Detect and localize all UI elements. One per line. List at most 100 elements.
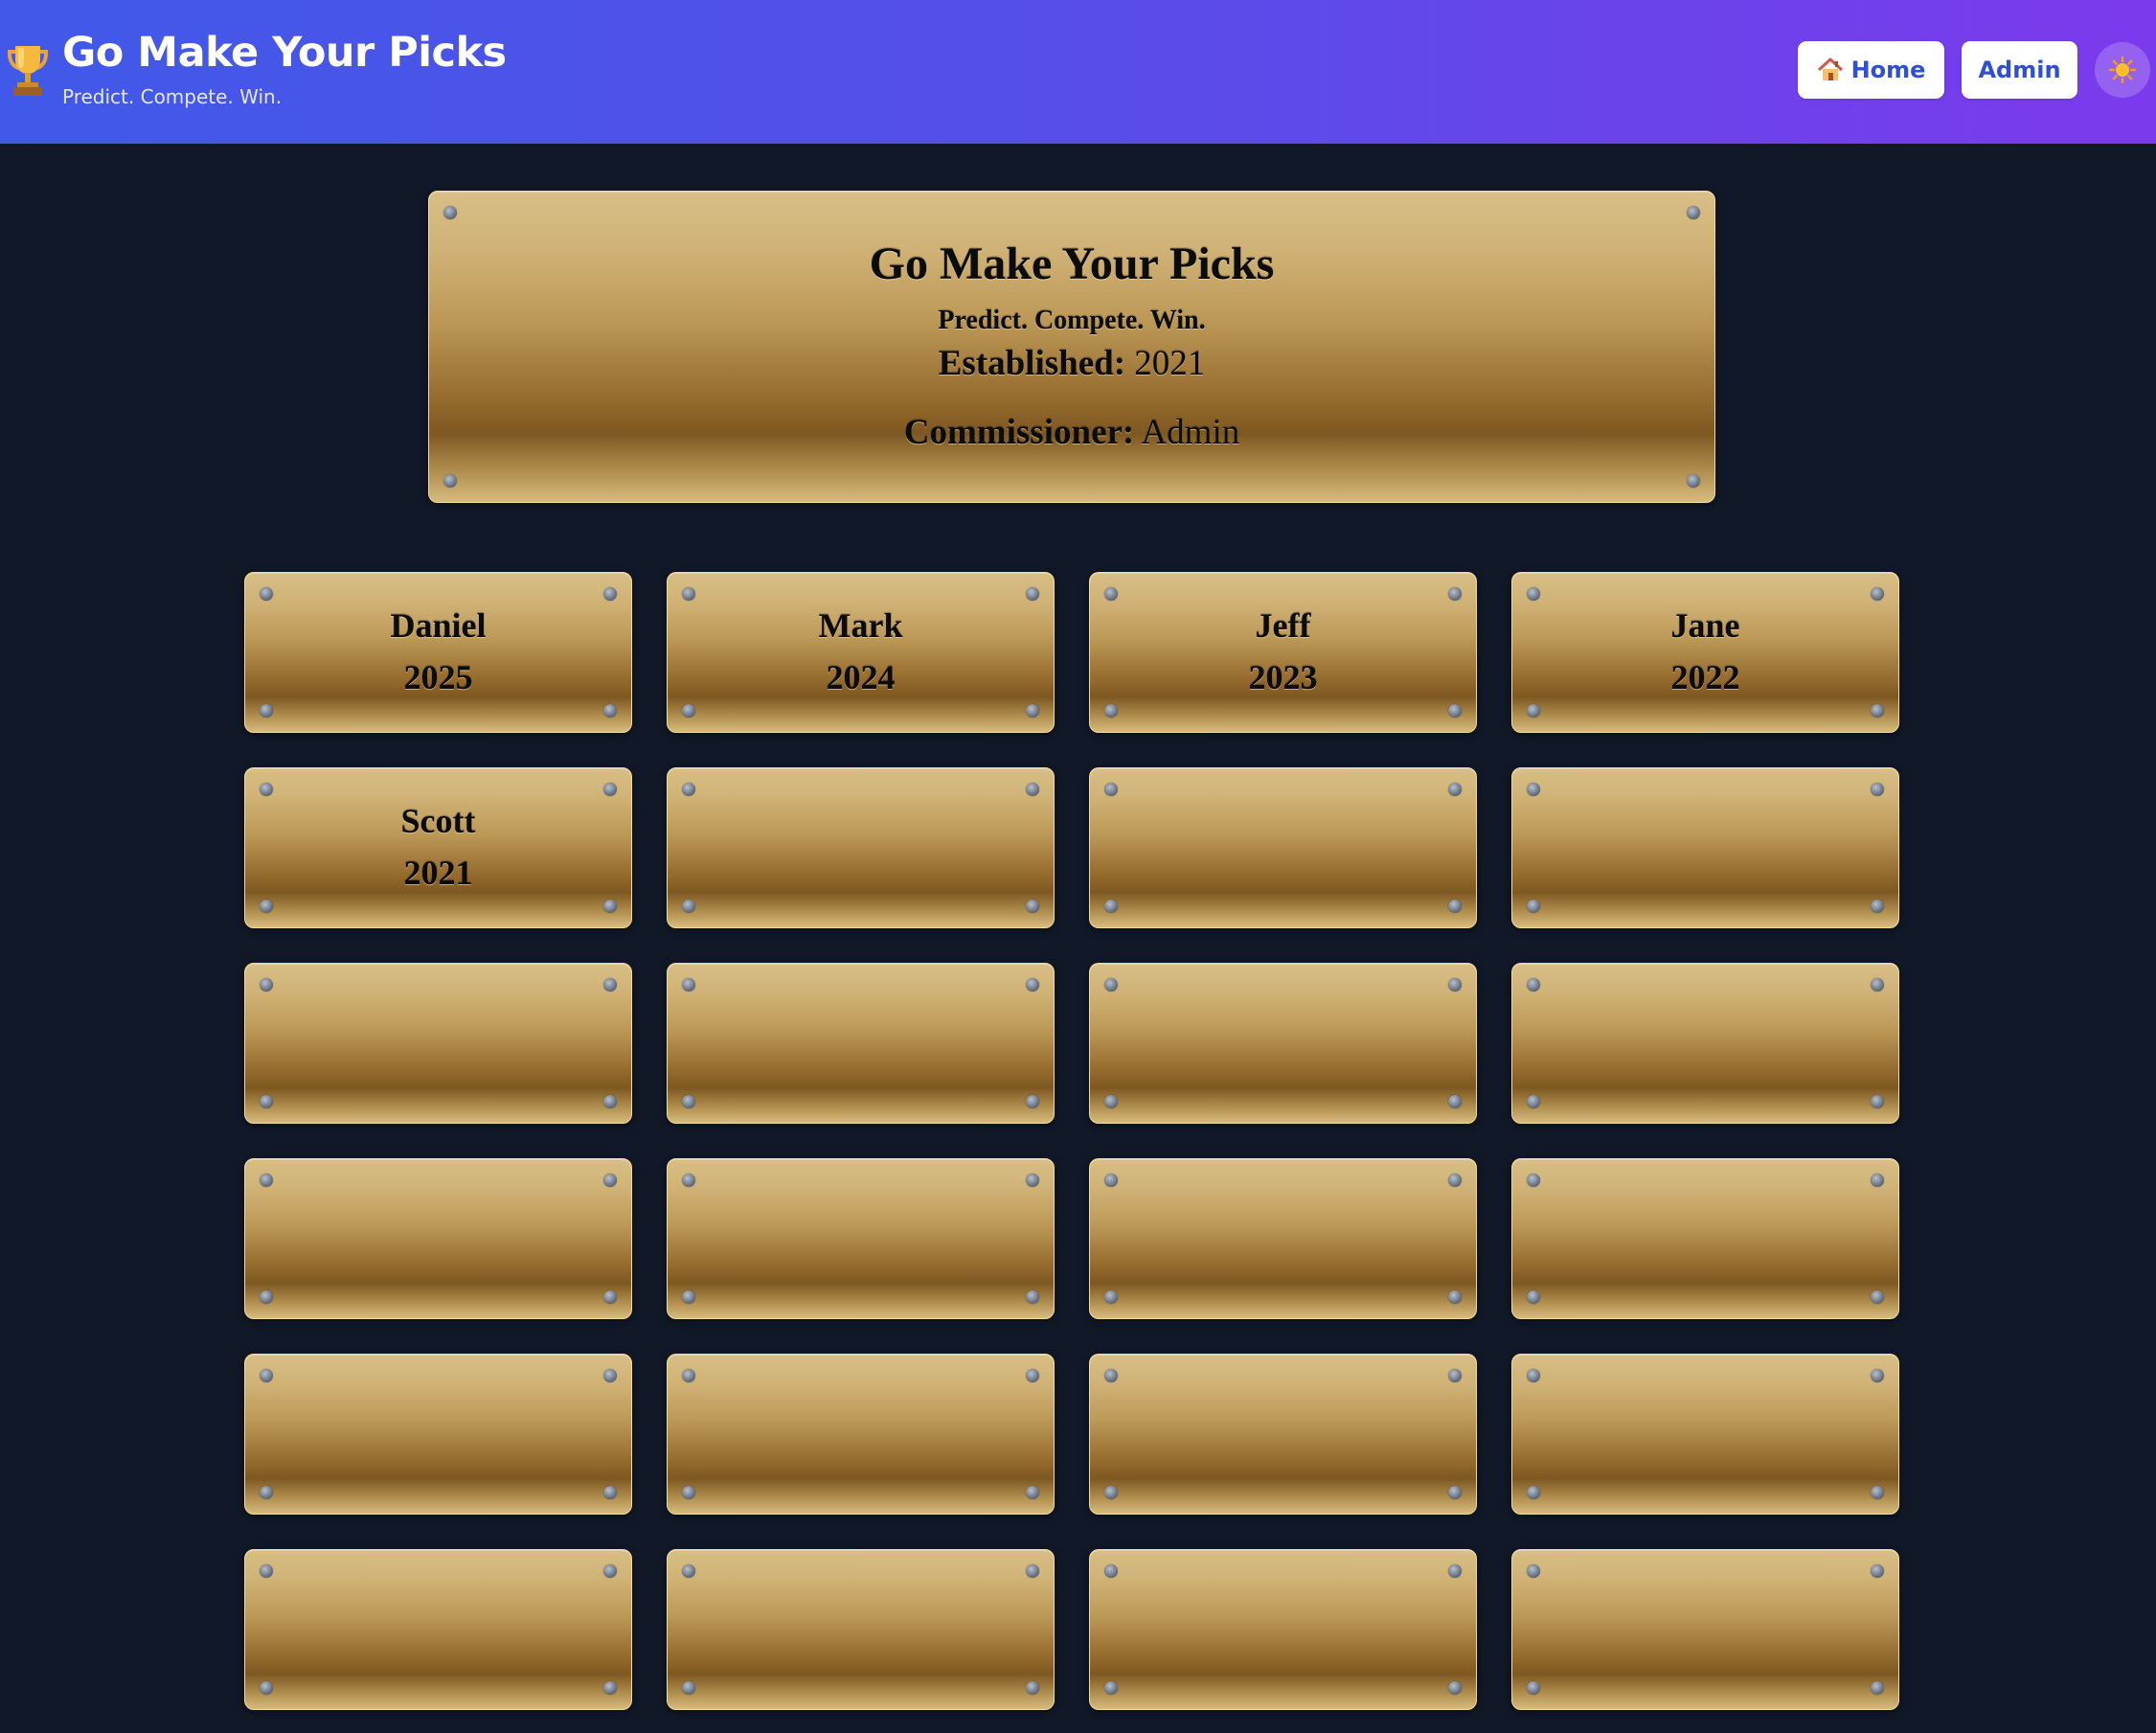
screw-icon bbox=[682, 1681, 695, 1695]
screw-icon bbox=[1448, 1564, 1462, 1578]
screw-icon bbox=[682, 1290, 695, 1304]
champion-name: Mark bbox=[818, 606, 903, 645]
screw-icon bbox=[1527, 783, 1540, 796]
screw-icon bbox=[1527, 1369, 1540, 1382]
champion-name: Jane bbox=[1670, 606, 1740, 645]
screw-icon bbox=[603, 1174, 617, 1187]
champion-plaque bbox=[244, 1354, 632, 1515]
screw-icon bbox=[1448, 783, 1462, 796]
screw-icon bbox=[260, 704, 273, 718]
screw-icon bbox=[682, 1095, 695, 1108]
screw-icon bbox=[682, 1369, 695, 1382]
champion-plaque bbox=[1511, 1549, 1899, 1710]
champion-plaque bbox=[667, 1354, 1055, 1515]
commissioner-value: Admin bbox=[1141, 413, 1240, 452]
screw-icon bbox=[1448, 978, 1462, 992]
champion-plaque bbox=[1089, 1354, 1477, 1515]
screw-icon bbox=[682, 978, 695, 992]
screw-icon bbox=[682, 1174, 695, 1187]
screw-icon bbox=[603, 1290, 617, 1304]
champion-year: 2022 bbox=[1670, 658, 1740, 696]
screw-icon bbox=[1527, 1095, 1540, 1108]
screw-icon bbox=[1026, 704, 1039, 718]
champion-plaque bbox=[1511, 1158, 1899, 1319]
screw-icon bbox=[1448, 1290, 1462, 1304]
screw-icon bbox=[260, 783, 273, 796]
established-value: 2021 bbox=[1134, 344, 1206, 383]
screw-icon bbox=[1104, 783, 1118, 796]
screw-icon bbox=[1026, 1174, 1039, 1187]
established-label: Established: bbox=[938, 344, 1126, 383]
champion-plaque bbox=[667, 767, 1055, 928]
league-tagline: Predict. Compete. Win. bbox=[938, 306, 1206, 335]
screw-icon bbox=[443, 206, 457, 219]
site-title[interactable]: Go Make Your Picks bbox=[62, 29, 507, 77]
home-button[interactable]: Home bbox=[1798, 41, 1944, 99]
house-icon bbox=[1817, 57, 1843, 80]
screw-icon bbox=[1448, 587, 1462, 601]
screw-icon bbox=[603, 587, 617, 601]
champion-plaque bbox=[1089, 963, 1477, 1124]
screw-icon bbox=[1527, 587, 1540, 601]
screw-icon bbox=[1871, 1681, 1884, 1695]
screw-icon bbox=[1448, 1486, 1462, 1499]
screw-icon bbox=[1687, 474, 1700, 488]
screw-icon bbox=[1527, 900, 1540, 913]
screw-icon bbox=[1026, 1681, 1039, 1695]
champion-name: Scott bbox=[400, 802, 476, 840]
screw-icon bbox=[1871, 1174, 1884, 1187]
commissioner-line: Commissioner: Admin bbox=[429, 412, 1714, 453]
champion-plaque bbox=[1511, 963, 1899, 1124]
league-info-plaque: Go Make Your Picks Predict. Compete. Win… bbox=[428, 191, 1715, 503]
champion-name: Jeff bbox=[1255, 606, 1311, 645]
screw-icon bbox=[260, 1681, 273, 1695]
screw-icon bbox=[1527, 1486, 1540, 1499]
screw-icon bbox=[1104, 704, 1118, 718]
site-tagline: Predict. Compete. Win. bbox=[62, 85, 283, 108]
screw-icon bbox=[682, 587, 695, 601]
screw-icon bbox=[1527, 704, 1540, 718]
screw-icon bbox=[1026, 1564, 1039, 1578]
screw-icon bbox=[682, 900, 695, 913]
champion-plaque: Mark 2024 bbox=[667, 572, 1055, 733]
screw-icon bbox=[1871, 1564, 1884, 1578]
champion-plaque bbox=[244, 1549, 632, 1710]
screw-icon bbox=[1026, 783, 1039, 796]
champion-plaque bbox=[1089, 767, 1477, 928]
screw-icon bbox=[1026, 1095, 1039, 1108]
screw-icon bbox=[1527, 1681, 1540, 1695]
screw-icon bbox=[1104, 1486, 1118, 1499]
theme-toggle-button[interactable] bbox=[2095, 42, 2150, 98]
champion-plaque bbox=[667, 1549, 1055, 1710]
champion-plaque bbox=[1511, 767, 1899, 928]
screw-icon bbox=[603, 783, 617, 796]
admin-button-label: Admin bbox=[1978, 57, 2061, 83]
screw-icon bbox=[1527, 978, 1540, 992]
screw-icon bbox=[1448, 1681, 1462, 1695]
trophy-icon bbox=[8, 46, 48, 96]
screw-icon bbox=[1871, 1095, 1884, 1108]
champion-plaque bbox=[667, 963, 1055, 1124]
screw-icon bbox=[1104, 1564, 1118, 1578]
screw-icon bbox=[1104, 978, 1118, 992]
screw-icon bbox=[1104, 1290, 1118, 1304]
screw-icon bbox=[1527, 1564, 1540, 1578]
screw-icon bbox=[1871, 783, 1884, 796]
screw-icon bbox=[1871, 978, 1884, 992]
home-button-label: Home bbox=[1850, 57, 1926, 83]
champion-year: 2023 bbox=[1248, 658, 1318, 696]
screw-icon bbox=[682, 1564, 695, 1578]
screw-icon bbox=[1871, 900, 1884, 913]
admin-button[interactable]: Admin bbox=[1962, 41, 2077, 99]
champion-plaque bbox=[244, 1158, 632, 1319]
established-line: Established: 2021 bbox=[429, 343, 1714, 384]
screw-icon bbox=[603, 978, 617, 992]
champion-plaque: Scott 2021 bbox=[244, 767, 632, 928]
champion-plaque: Daniel 2025 bbox=[244, 572, 632, 733]
screw-icon bbox=[1448, 1369, 1462, 1382]
champion-plaque bbox=[1089, 1549, 1477, 1710]
screw-icon bbox=[603, 1681, 617, 1695]
champion-plaque bbox=[1089, 1158, 1477, 1319]
screw-icon bbox=[1026, 900, 1039, 913]
screw-icon bbox=[1026, 587, 1039, 601]
